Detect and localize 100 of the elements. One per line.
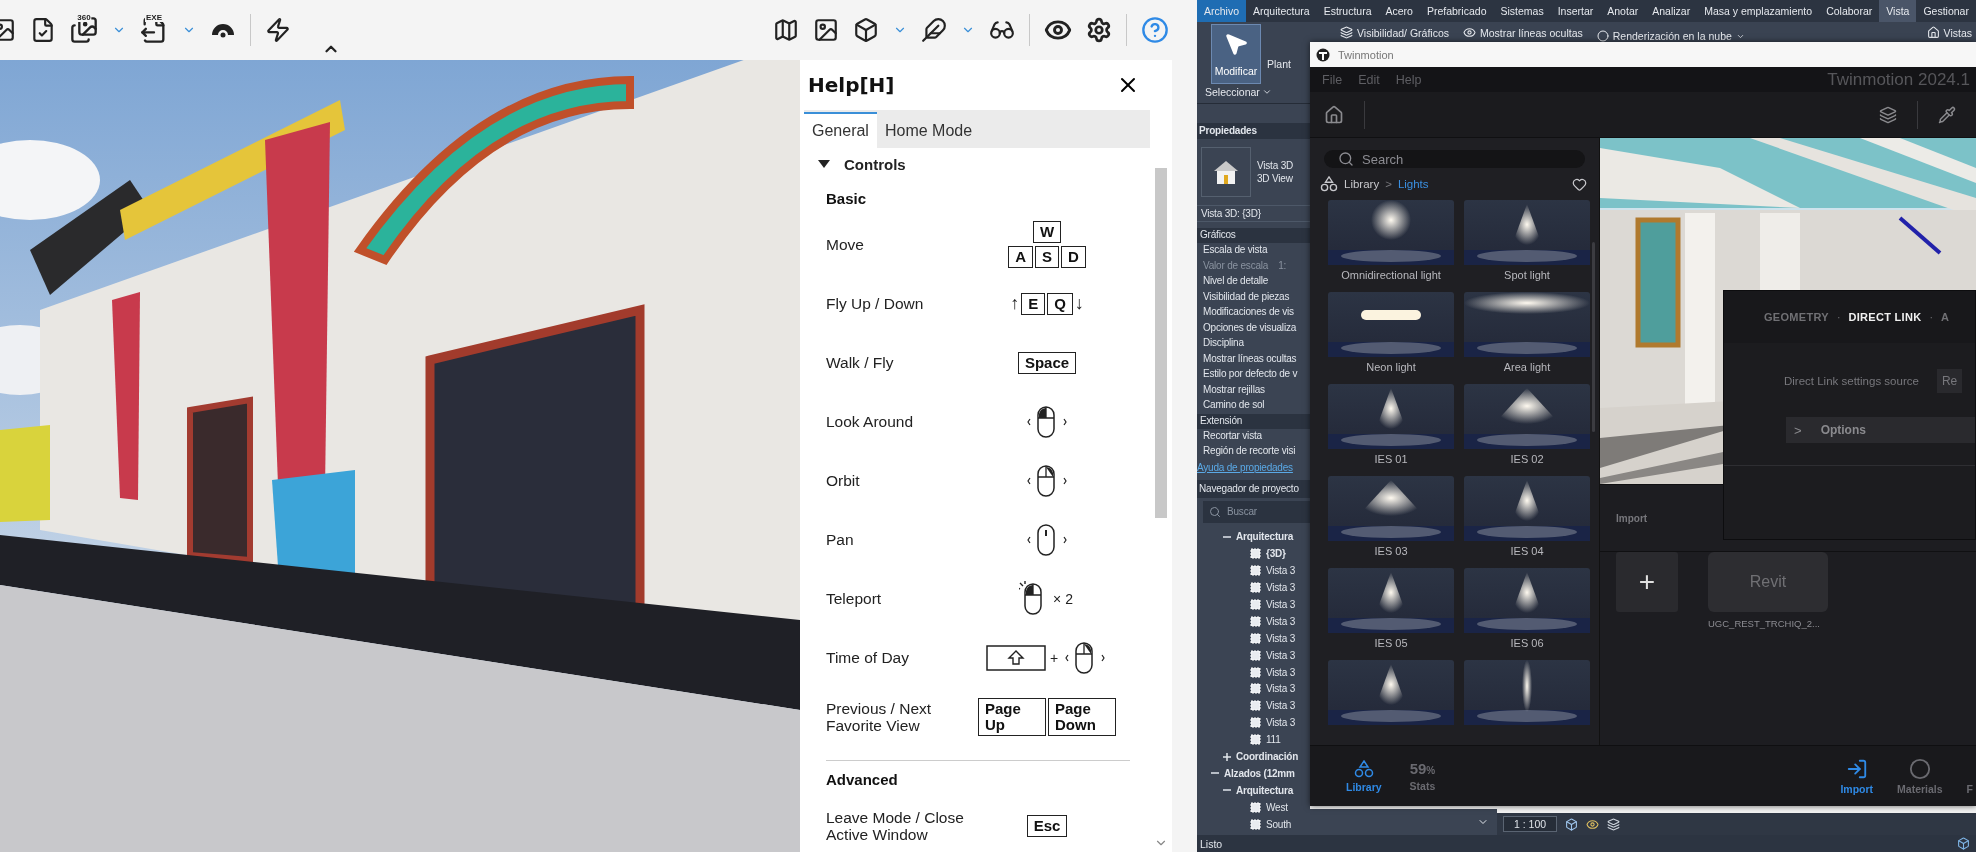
search-icon — [1338, 151, 1354, 167]
property-name: Disciplina — [1203, 337, 1244, 350]
map-icon[interactable] — [773, 17, 799, 43]
modify-button[interactable]: Modificar — [1211, 24, 1261, 84]
eyedropper-icon[interactable] — [1938, 105, 1956, 124]
scrollbar-thumb[interactable] — [1155, 168, 1167, 518]
menu-tab[interactable]: Colaborar — [1819, 0, 1880, 22]
tree-item[interactable]: Vista 3 — [1265, 683, 1296, 695]
property-name: Modificaciones de vis — [1203, 306, 1294, 319]
search-field[interactable]: Buscar — [1203, 500, 1310, 523]
tree-item[interactable]: South — [1265, 818, 1293, 830]
menu-tab[interactable]: Arquitectura — [1246, 0, 1317, 22]
item-label: IES 04 — [1510, 545, 1544, 557]
tree-item[interactable]: Arquitectura — [1235, 784, 1295, 796]
tree-item[interactable]: Vista 3 — [1265, 649, 1296, 661]
eye-icon[interactable] — [1586, 817, 1600, 831]
ribbon-button[interactable]: Mostrar líneas ocultas — [1459, 26, 1587, 39]
menu-tab[interactable]: Masa y emplazamiento — [1697, 0, 1820, 22]
tree-item[interactable]: West — [1265, 801, 1289, 813]
favorite-icon[interactable] — [1572, 176, 1587, 192]
keyboard-key: Q — [1047, 292, 1073, 315]
tab[interactable]: Home Mode — [876, 112, 981, 148]
tree-item[interactable]: Vista 3 — [1265, 700, 1296, 712]
menu-tab[interactable]: Estructura — [1316, 0, 1379, 22]
pointer-icon — [1223, 31, 1249, 57]
ribbon-button[interactable]: Visibilidad/ Gráficos — [1336, 26, 1453, 39]
tree-item[interactable]: Vista 3 — [1265, 599, 1296, 610]
tree-item[interactable]: Alzados (12mm — [1223, 767, 1296, 779]
tree-item[interactable]: Vista 3 — [1265, 632, 1296, 644]
tree-item[interactable]: Coordinación — [1235, 751, 1300, 762]
breadcrumb-link[interactable]: Lights — [1397, 178, 1429, 190]
property-value: 1: — [1278, 259, 1287, 273]
tab[interactable]: DIRECT LINK — [1848, 311, 1922, 323]
tab[interactable]: General — [804, 112, 877, 148]
panorama-icon[interactable] — [70, 16, 98, 44]
menu-tab[interactable]: Archivo — [1197, 0, 1246, 22]
import-icon — [1845, 757, 1868, 780]
menu-tab[interactable]: Vista — [1879, 0, 1917, 22]
ribbon-button[interactable]: Renderización en la nube — [1592, 30, 1749, 42]
help-icon[interactable] — [1141, 16, 1169, 44]
menu-tab[interactable]: Prefabricado — [1419, 0, 1494, 22]
ribbon-button[interactable]: Vistas — [1922, 26, 1976, 39]
tree-item[interactable]: Vista 3 — [1265, 565, 1296, 577]
search-field[interactable]: Search — [1324, 150, 1585, 168]
layers-icon[interactable] — [1879, 105, 1897, 124]
tab[interactable]: A — [1940, 311, 1950, 323]
menu-tab[interactable]: Insertar — [1550, 0, 1601, 22]
cube-icon[interactable] — [1565, 817, 1579, 831]
hint-text: + — [1048, 649, 1060, 666]
select-menu[interactable]: Seleccionar — [1197, 86, 1310, 98]
breadcrumb-separator: > — [1385, 178, 1392, 190]
feather-icon[interactable] — [921, 17, 947, 43]
section-header[interactable]: Gráficos — [1197, 228, 1310, 243]
shortcut-label: Time of Day — [825, 649, 910, 666]
property-name: Región de recorte visi — [1203, 445, 1296, 458]
panel-tab[interactable]: Library — [1346, 759, 1382, 793]
breadcrumb-link[interactable]: Library — [1344, 178, 1380, 190]
property-name: Escala de vista — [1203, 244, 1268, 257]
add-button[interactable]: + — [1616, 552, 1678, 612]
item-label: IES 02 — [1510, 453, 1544, 465]
file-check-icon[interactable] — [30, 17, 56, 43]
property-name: Mostrar líneas ocultas — [1203, 352, 1297, 366]
section-header[interactable]: Extensión — [1197, 413, 1310, 429]
expand-icon[interactable] — [1223, 752, 1231, 761]
mode-tab[interactable]: Import — [1840, 757, 1874, 795]
tab[interactable]: GEOMETRY — [1764, 311, 1829, 323]
tree-item[interactable]: Arquitectura — [1235, 531, 1295, 543]
icon-badge-text: 360 — [76, 13, 92, 22]
menu-tab[interactable]: Sistemas — [1493, 0, 1551, 22]
instance-selector[interactable]: Vista 3D: {3D} — [1197, 205, 1310, 222]
image-icon[interactable] — [813, 17, 839, 43]
view-icon — [1250, 582, 1261, 594]
help-link[interactable]: Ayuda de propiedades — [1197, 459, 1310, 476]
tree-item[interactable]: {3D} — [1265, 548, 1287, 560]
tree-item[interactable]: Vista 3 — [1265, 582, 1296, 594]
cube-icon[interactable] — [853, 17, 879, 43]
tree-item[interactable]: Vista 3 — [1265, 615, 1296, 627]
item-label: Omnidirectional light — [1341, 269, 1441, 281]
lightning-icon[interactable] — [265, 17, 291, 43]
layers-icon[interactable] — [1607, 817, 1621, 831]
cube-icon — [1957, 837, 1970, 850]
app-logo-icon — [1316, 47, 1330, 62]
menu-tab[interactable]: Gestionar — [1916, 0, 1976, 22]
scale-selector[interactable]: 1 : 100 — [1503, 816, 1558, 832]
home-icon[interactable] — [1324, 104, 1344, 125]
tree-item[interactable]: Vista 3 — [1265, 666, 1296, 678]
shift-key-icon — [985, 644, 1046, 671]
expanded-triangle-icon[interactable] — [818, 159, 830, 169]
options-expander[interactable]: > Options — [1786, 417, 1975, 443]
tree-item[interactable]: Vista 3 — [1265, 717, 1296, 729]
settings-icon[interactable] — [1086, 17, 1112, 43]
view-icon — [1250, 649, 1261, 661]
ribbon-button[interactable]: Plant — [1267, 24, 1291, 70]
menu-tab[interactable]: Analizar — [1645, 0, 1698, 22]
menu-tab[interactable]: Anotar — [1600, 0, 1646, 22]
property-name: Recortar vista — [1203, 429, 1262, 443]
keyboard-key: W — [1032, 221, 1062, 243]
menu-tab[interactable]: Acero — [1378, 0, 1420, 22]
tree-item[interactable]: 111 — [1265, 734, 1282, 746]
circle-icon — [1908, 757, 1931, 780]
